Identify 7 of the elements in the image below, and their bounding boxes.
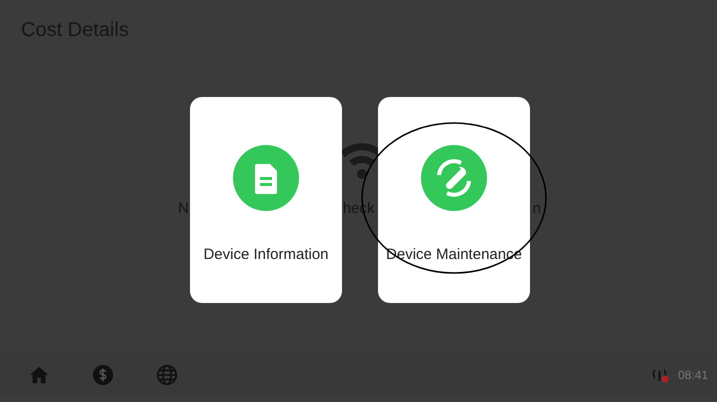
dollar-icon[interactable] — [92, 364, 114, 386]
home-icon[interactable] — [28, 364, 50, 386]
clock-time: 08:41 — [678, 367, 708, 384]
menu-card[interactable]: Device Information — [190, 97, 342, 303]
card-label: Device Information — [203, 247, 329, 262]
document-icon — [233, 145, 299, 211]
globe-icon[interactable] — [156, 364, 178, 386]
